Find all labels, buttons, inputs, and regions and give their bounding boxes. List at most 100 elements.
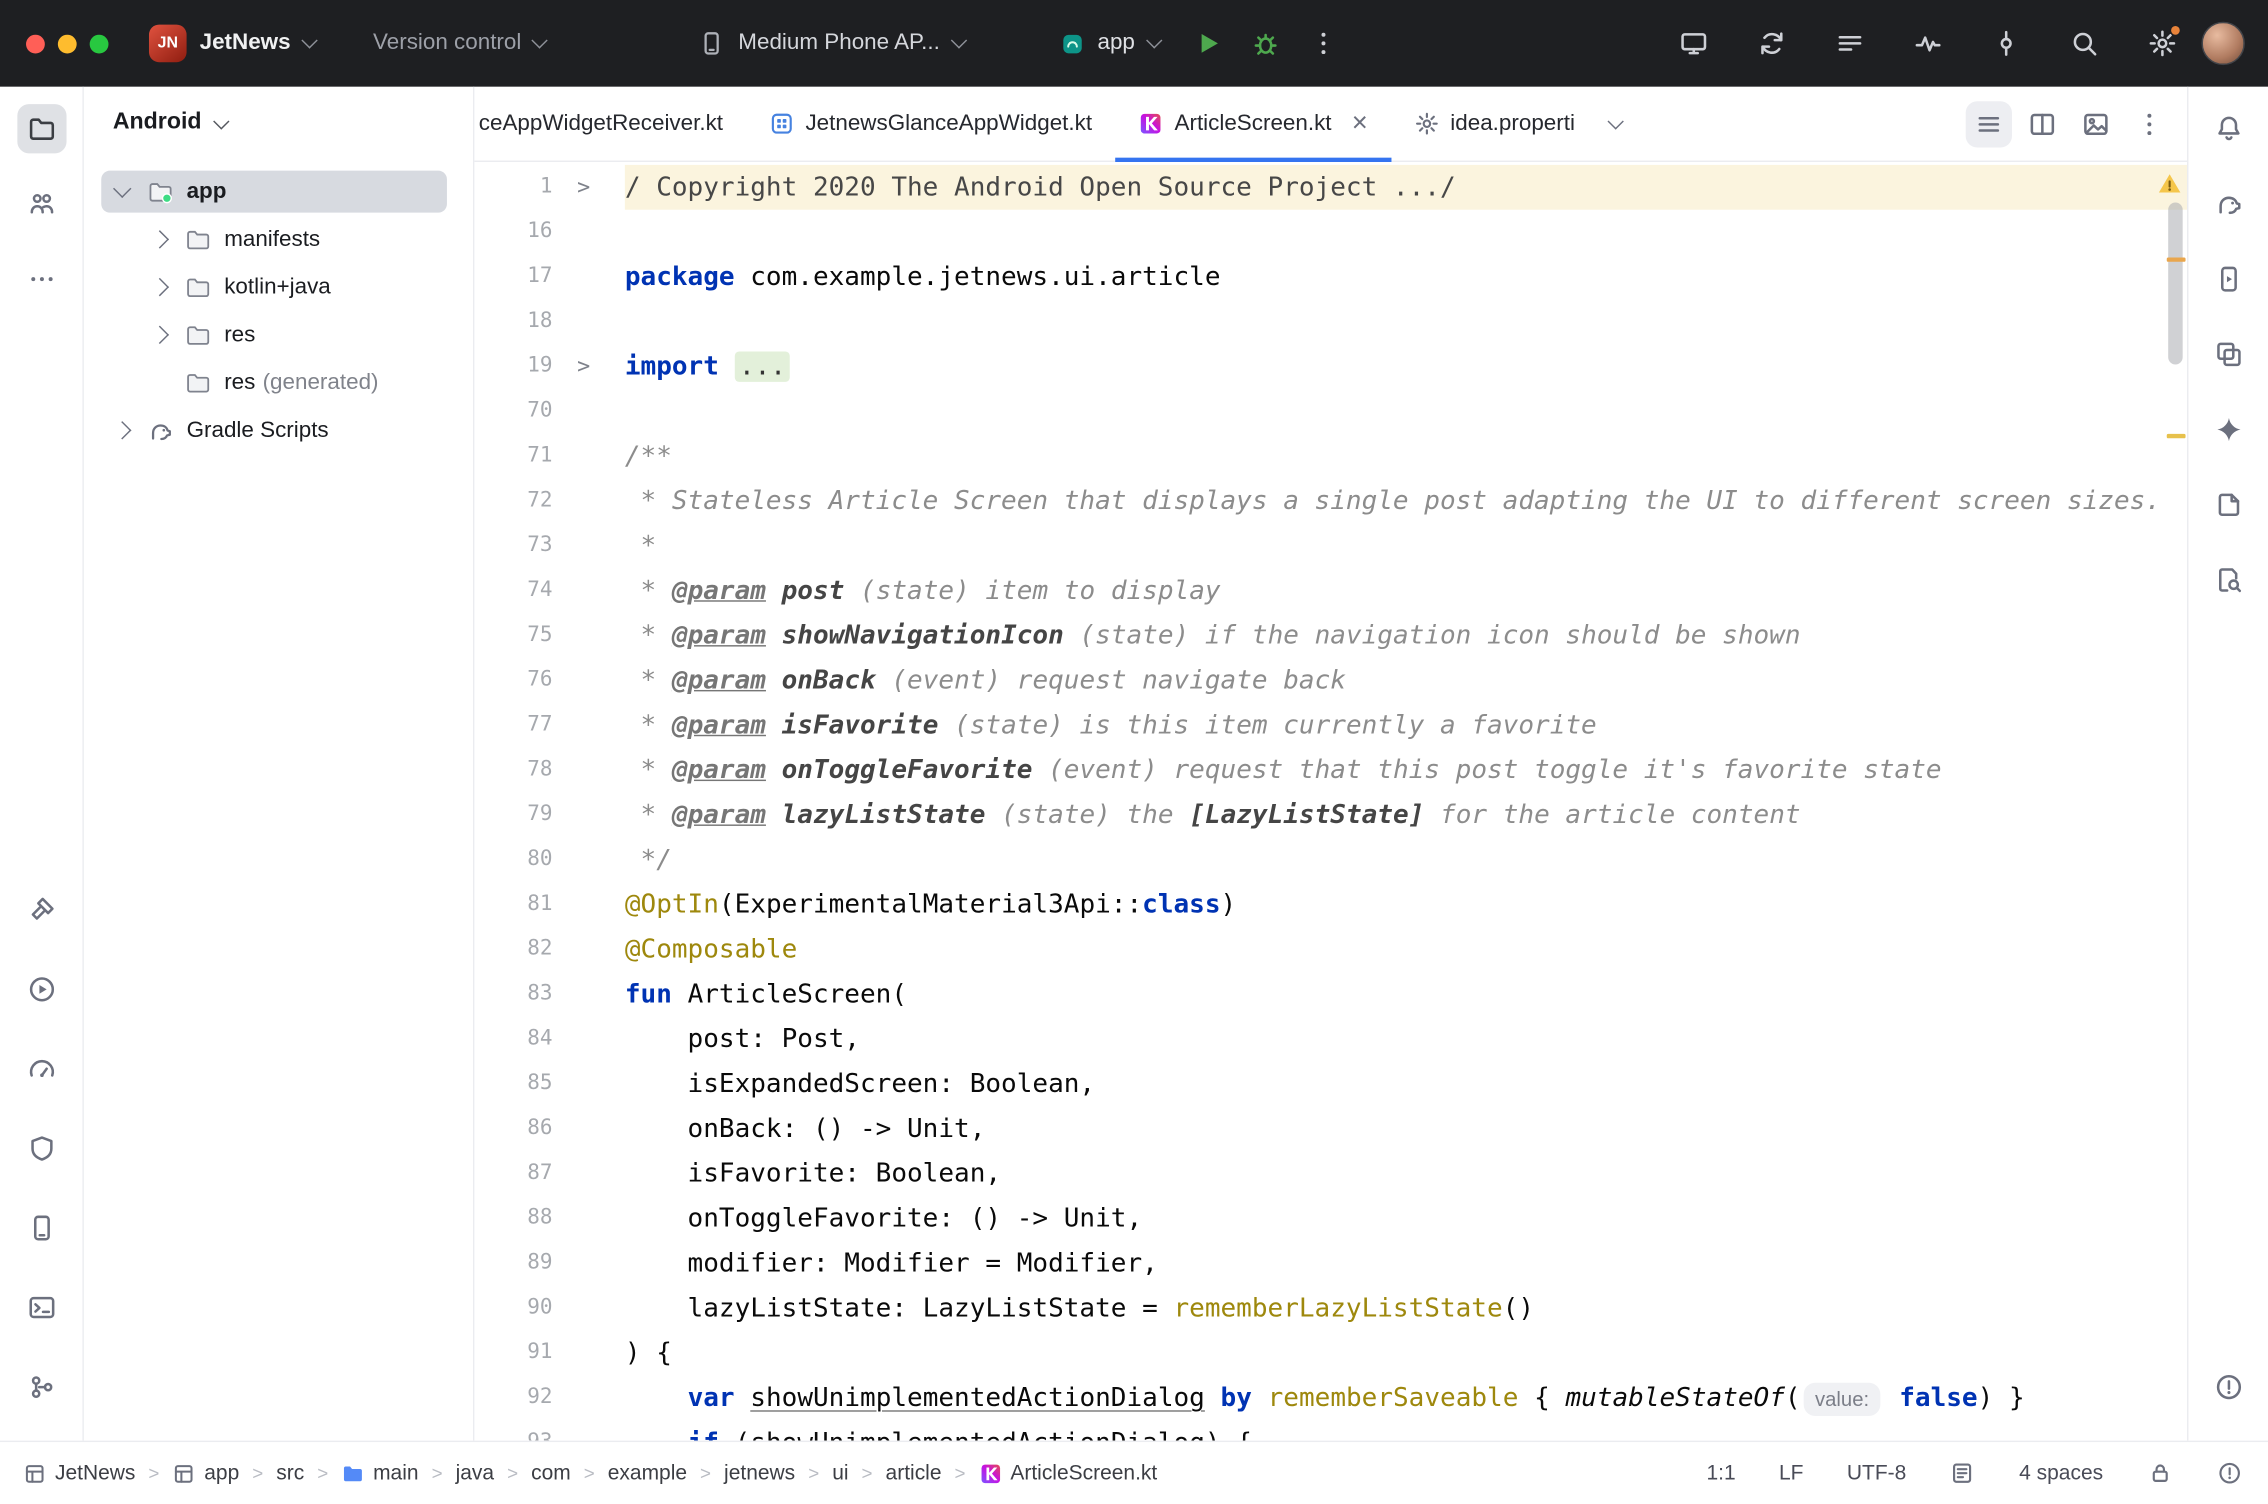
chevron-down-icon[interactable] <box>113 180 131 198</box>
breadcrumb-item[interactable]: jetnews <box>724 1462 795 1485</box>
tree-item-gradle-scripts[interactable]: Gradle Scripts <box>84 406 473 454</box>
split-editor-button[interactable] <box>2019 101 2065 147</box>
breadcrumb-item[interactable]: app <box>172 1462 239 1485</box>
tree-item-kotlin-java[interactable]: kotlin+java <box>84 263 473 311</box>
project-view-selector[interactable]: Android <box>84 87 473 159</box>
breadcrumb-item[interactable]: com <box>531 1462 571 1485</box>
breadcrumb-item[interactable]: java <box>456 1462 494 1485</box>
hidden-tabs-button[interactable] <box>1598 87 1633 161</box>
code-line[interactable]: 86 onBack: () -> Unit, <box>474 1107 2187 1152</box>
gradle-sync-button[interactable] <box>1747 20 1796 66</box>
run-button[interactable] <box>1183 20 1232 66</box>
fold-marker-icon[interactable]: > <box>553 165 625 210</box>
chevron-right-icon[interactable] <box>151 230 169 248</box>
code-line[interactable]: 70 <box>474 389 2187 434</box>
code-line[interactable]: 82@Composable <box>474 927 2187 972</box>
code-line[interactable]: 76 * @param onBack (event) request navig… <box>474 658 2187 703</box>
code-line[interactable]: 74 * @param post (state) item to display <box>474 568 2187 613</box>
tree-item-res[interactable]: res <box>84 311 473 359</box>
code-line[interactable]: 77 * @param isFavorite (state) is this i… <box>474 703 2187 748</box>
breadcrumb-item[interactable]: article <box>886 1462 942 1485</box>
code-line[interactable]: 79 * @param lazyListState (state) the [L… <box>474 793 2187 838</box>
screenshot-image-button[interactable] <box>2073 101 2119 147</box>
code-line[interactable]: 72 * Stateless Article Screen that displ… <box>474 479 2187 524</box>
gemini-star-button[interactable] <box>2204 405 2253 454</box>
zoom-window-button[interactable] <box>90 34 109 53</box>
vcs-commit-button[interactable] <box>1982 20 2031 66</box>
resource-manager-button[interactable] <box>17 179 66 228</box>
code-line[interactable]: 80 */ <box>474 837 2187 882</box>
breadcrumb-item[interactable]: main <box>341 1462 418 1485</box>
reader-mode-button[interactable] <box>1950 1460 1976 1486</box>
quality-shield-button[interactable] <box>17 1124 66 1173</box>
code-line[interactable]: 73 * <box>474 524 2187 569</box>
fold-marker-icon[interactable]: > <box>553 344 625 389</box>
code-line[interactable]: 81@OptIn(ExperimentalMaterial3Api::class… <box>474 882 2187 927</box>
code-line[interactable]: 90 lazyListState: LazyListState = rememb… <box>474 1286 2187 1331</box>
breadcrumb-item[interactable]: ui <box>832 1462 848 1485</box>
user-avatar[interactable] <box>2201 22 2244 65</box>
profiler-gauge-button[interactable] <box>17 1044 66 1093</box>
inspection-warning-icon[interactable] <box>2157 171 2183 197</box>
code-line[interactable]: 16 <box>474 210 2187 255</box>
code-line[interactable]: 75 * @param showNavigationIcon (state) i… <box>474 613 2187 658</box>
close-window-button[interactable] <box>26 34 45 53</box>
chevron-right-icon[interactable] <box>151 326 169 344</box>
file-encoding[interactable]: UTF-8 <box>1847 1462 1906 1485</box>
device-explorer-button[interactable] <box>2204 330 2253 379</box>
more-horizontal-button[interactable] <box>17 255 66 304</box>
code-line[interactable]: 78 * @param onToggleFavorite (event) req… <box>474 748 2187 793</box>
chevron-right-icon[interactable] <box>113 421 131 439</box>
editor-tab[interactable]: ceAppWidgetReceiver.kt <box>474 87 746 161</box>
terminal-button[interactable] <box>17 1283 66 1332</box>
gradle-elephant-button[interactable] <box>2204 179 2253 228</box>
code-line[interactable]: 93 if (showUnimplementedActionDialog) { <box>474 1420 2187 1440</box>
editor-list-button[interactable] <box>1966 101 2012 147</box>
code-line[interactable]: 91) { <box>474 1331 2187 1376</box>
code-line[interactable]: 85 isExpandedScreen: Boolean, <box>474 1062 2187 1107</box>
editor-scrollbar[interactable] <box>2168 203 2182 365</box>
tree-item-res[interactable]: res(generated) <box>84 359 473 407</box>
tree-item-app[interactable]: app <box>84 168 473 216</box>
chevron-right-icon[interactable] <box>151 278 169 296</box>
code-line[interactable]: 89 modifier: Modifier = Modifier, <box>474 1241 2187 1286</box>
running-devices-button[interactable] <box>2204 255 2253 304</box>
editor-tab[interactable]: ArticleScreen.kt× <box>1115 87 1391 161</box>
code-line[interactable]: 17package com.example.jetnews.ui.article <box>474 255 2187 300</box>
warning-stripe-mark[interactable] <box>2167 257 2186 261</box>
more-run-actions-button[interactable] <box>1298 20 1347 66</box>
vcs-widget[interactable]: Version control <box>373 30 546 56</box>
tree-item-manifests[interactable]: manifests <box>84 216 473 264</box>
editor-tab[interactable]: JetnewsGlanceAppWidget.kt <box>746 87 1115 161</box>
file-write-access-button[interactable] <box>2147 1460 2173 1486</box>
problems-circle-button[interactable] <box>2204 1363 2253 1412</box>
run-circle-button[interactable] <box>17 965 66 1014</box>
debug-button[interactable] <box>1240 20 1289 66</box>
run-configuration-selector[interactable]: app <box>1060 30 1160 56</box>
problems-status-button[interactable] <box>2216 1460 2242 1486</box>
folded-region[interactable]: ... <box>735 351 791 381</box>
warning-stripe-mark[interactable] <box>2167 434 2186 438</box>
code-line[interactable]: 92 var showUnimplementedActionDialog by … <box>474 1376 2187 1421</box>
notifications-bell-button[interactable] <box>2204 104 2253 153</box>
version-control-button[interactable] <box>17 1363 66 1412</box>
breadcrumb-item[interactable]: example <box>608 1462 687 1485</box>
code-editor[interactable]: 1>/ Copyright 2020 The Android Open Sour… <box>474 162 2187 1441</box>
settings-gear-button[interactable] <box>2138 20 2187 66</box>
line-separator[interactable]: LF <box>1779 1462 1803 1485</box>
code-line[interactable]: 18 <box>474 299 2187 344</box>
code-line[interactable]: 88 onToggleFavorite: () -> Unit, <box>474 1196 2187 1241</box>
code-line[interactable]: 71/** <box>474 434 2187 479</box>
minimize-window-button[interactable] <box>58 34 77 53</box>
project-selector[interactable]: JN JetNews <box>149 25 315 63</box>
caret-position[interactable]: 1:1 <box>1706 1462 1735 1485</box>
indent-config[interactable]: 4 spaces <box>2019 1462 2103 1485</box>
find-document-button[interactable] <box>2204 555 2253 604</box>
code-line[interactable]: 84 post: Post, <box>474 1017 2187 1062</box>
code-line[interactable]: 83fun ArticleScreen( <box>474 972 2187 1017</box>
logcat-button[interactable] <box>1825 20 1874 66</box>
code-line[interactable]: 19>import ... <box>474 344 2187 389</box>
profiler-button[interactable] <box>1904 20 1953 66</box>
code-line[interactable]: 1>/ Copyright 2020 The Android Open Sour… <box>474 165 2187 210</box>
breadcrumb-item[interactable]: ArticleScreen.kt <box>979 1462 1158 1485</box>
